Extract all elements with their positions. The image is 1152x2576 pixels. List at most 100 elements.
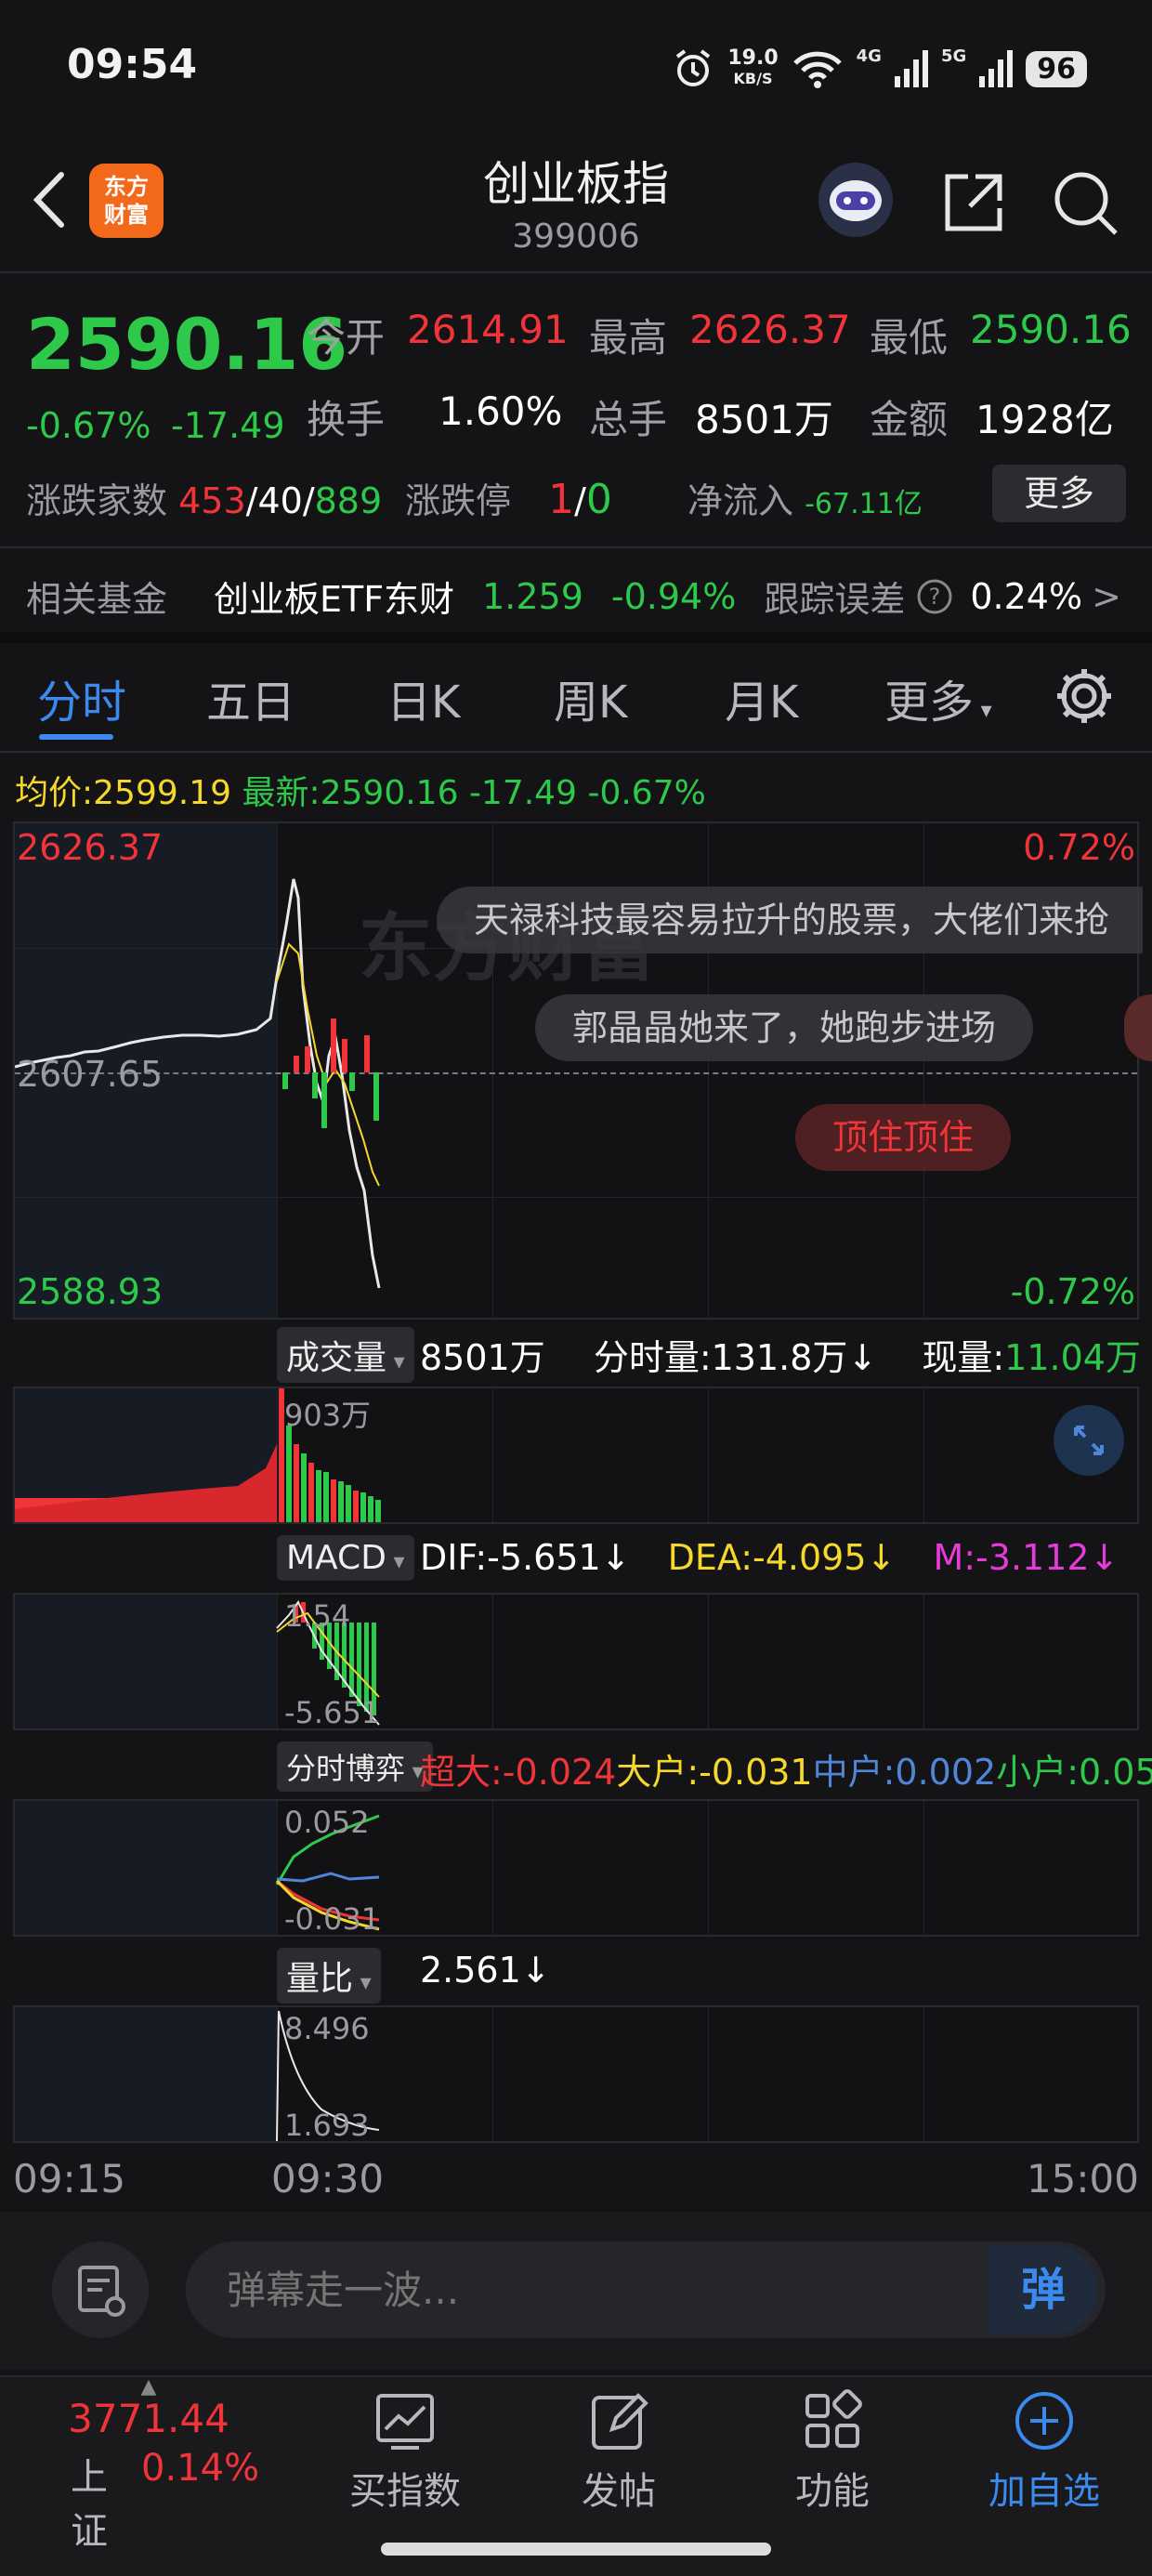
change-percent: -0.67% <box>26 405 151 446</box>
tab-five-day[interactable]: 五日 <box>206 665 295 730</box>
fund-name[interactable]: 创业板ETF东财 <box>214 571 454 622</box>
tracking-error-label: 跟踪误差 <box>764 579 906 620</box>
change-value: -17.49 <box>171 405 285 446</box>
battery-indicator: 96 <box>1026 50 1087 87</box>
expand-icon[interactable] <box>1052 1403 1126 1478</box>
open-label: 今开 <box>307 315 386 361</box>
chevron-right-icon[interactable]: > <box>1092 576 1121 617</box>
nav-index-value: 3771.44 <box>68 2396 229 2441</box>
time-axis-open: 09:30 <box>271 2156 385 2201</box>
low-value: 2590.16 <box>970 307 1132 352</box>
signal-icon <box>894 50 928 87</box>
volume-bars <box>15 1388 381 1522</box>
nav-post[interactable]: 发帖 <box>526 2388 712 2515</box>
volume-indicator-select[interactable]: 成交量 <box>277 1327 414 1383</box>
danmu-bubble[interactable]: 顶住顶住 <box>795 1104 1012 1171</box>
signal-icon-2 <box>979 50 1014 87</box>
note-settings-icon[interactable] <box>52 2241 149 2338</box>
limit-row: 涨跌停 1/0 <box>405 476 612 523</box>
avg-price-row: 均价:2599.19 最新:2590.16 -17.49 -0.67% <box>15 774 706 812</box>
volume-peak-label: 903万 <box>284 1398 372 1433</box>
tab-more[interactable]: 更多 ▾ <box>884 665 992 730</box>
fund-pct: -0.94% <box>610 575 737 617</box>
flow-info-row: 超大:-0.024大户:-0.031中户:0.002小户:0.052 <box>420 1752 1152 1793</box>
flow-top-label: 0.052 <box>284 1805 370 1840</box>
volume-chart[interactable]: 903万 <box>13 1387 1139 1524</box>
apps-icon <box>805 2389 862 2448</box>
home-indicator[interactable] <box>381 2543 771 2556</box>
status-time: 09:54 <box>67 41 198 88</box>
tab-weekly-k[interactable]: 周K <box>554 665 627 730</box>
time-axis-close: 15:00 <box>1026 2156 1139 2201</box>
last-price: 2590.16 <box>26 303 348 386</box>
breadth-row: 涨跌家数 453/40/889 <box>26 480 383 521</box>
ratio-indicator-select[interactable]: 量比 <box>277 1948 381 2004</box>
signal-5g-label: 5G <box>940 46 967 66</box>
amount-label: 金额 <box>870 397 949 442</box>
help-icon[interactable]: ? <box>916 578 953 615</box>
macd-top-label: 1.54 <box>284 1598 351 1634</box>
danmu-bubble[interactable]: 天禄科技最容易拉升的股票，大佬们来抢 <box>437 887 1143 953</box>
netflow-row: 净流入 -67.11亿 <box>687 480 923 521</box>
ai-robot-icon[interactable] <box>814 158 897 242</box>
tab-monthly-k[interactable]: 月K <box>725 665 798 730</box>
turnover-value: 1.60% <box>439 388 563 434</box>
volume-info-row: 8501万 分时量:131.8万↓ 现量:11.04万 <box>420 1337 1141 1378</box>
volume-value: 8501万 <box>695 397 833 442</box>
macd-info-row: DIF:-5.651↓ DEA:-4.095↓ M:-3.112↓ <box>420 1537 1119 1578</box>
edit-icon <box>592 2393 648 2450</box>
nav-add-favorite[interactable]: 加自选 <box>951 2388 1137 2515</box>
open-value: 2614.91 <box>407 307 569 352</box>
fund-price: 1.259 <box>482 575 583 617</box>
tab-intraday[interactable]: 分时 <box>37 665 126 730</box>
macd-indicator-select[interactable]: MACD <box>277 1535 414 1581</box>
ratio-top-label: 8.496 <box>284 2011 370 2046</box>
section-gap <box>0 632 1152 643</box>
gear-icon[interactable] <box>1052 664 1117 729</box>
y-top-label: 2626.37 <box>17 827 164 868</box>
flow-lines <box>275 1814 380 1931</box>
svg-text:?: ? <box>929 584 941 610</box>
tabs-divider <box>0 751 1152 753</box>
ratio-line <box>276 2010 380 2141</box>
low-label: 最低 <box>870 315 949 361</box>
ratio-chart[interactable]: 8.496 1.693 <box>13 2005 1139 2143</box>
danmu-input[interactable] <box>186 2241 1106 2338</box>
turnover-label: 换手 <box>307 397 386 442</box>
nav-function[interactable]: 功能 <box>740 2388 925 2515</box>
flow-indicator-select[interactable]: 分时博弈 <box>277 1741 433 1792</box>
quote-divider <box>0 546 1152 548</box>
more-button[interactable]: 更多 <box>992 465 1126 522</box>
tab-daily-k[interactable]: 日K <box>386 665 460 730</box>
time-axis-start: 09:15 <box>13 2156 126 2201</box>
search-icon[interactable] <box>1050 167 1120 238</box>
add-circle-icon <box>1015 2392 1073 2450</box>
nav-buy-index[interactable]: 买指数 <box>312 2388 498 2515</box>
related-fund-row[interactable]: 相关基金 创业板ETF东财 1.259 -0.94% 跟踪误差 ? 0.24% … <box>26 571 1121 622</box>
y-bottom-pct-label: -0.72% <box>1010 1271 1135 1312</box>
chart-icon <box>376 2394 434 2450</box>
high-value: 2626.37 <box>689 307 851 352</box>
status-icons: 19.0 KB/S 4G 5G 96 <box>672 41 1087 97</box>
share-icon[interactable] <box>938 167 1009 238</box>
wifi-icon <box>792 51 842 88</box>
ratio-info-row: 2.561↓ <box>420 1950 551 1991</box>
tracking-error-value: 0.24% <box>970 575 1083 617</box>
y-top-pct-label: 0.72% <box>1023 827 1135 868</box>
y-mid-label: 2607.65 <box>17 1054 164 1095</box>
signal-4g-label: 4G <box>856 46 882 66</box>
danmu-bubble[interactable]: 郭晶晶她来了，她跑步进场 <box>535 994 1034 1061</box>
intraday-price-chart[interactable]: 东方财富 2626.37 2607.65 2588.93 0.72% -0.72… <box>13 821 1152 1320</box>
net-speed: 19.0 KB/S <box>727 46 779 88</box>
nav-index-name: 上证 <box>71 2456 108 2553</box>
amount-value: 1928亿 <box>975 397 1114 442</box>
macd-bottom-label: -5.651 <box>284 1695 381 1730</box>
danmu-send-button[interactable]: 弹 <box>988 2245 1098 2334</box>
nav-index-ticker[interactable]: ▲ 3771.44 上证 0.14% <box>56 2377 259 2555</box>
fund-label: 相关基金 <box>26 579 168 620</box>
macd-lines <box>276 1600 380 1726</box>
high-label: 最高 <box>589 315 668 361</box>
ratio-bottom-label: 1.693 <box>284 2108 370 2143</box>
flow-chart[interactable]: 0.052 -0.031 <box>13 1799 1139 1937</box>
macd-chart[interactable]: 1.54 -5.651 <box>13 1593 1139 1730</box>
